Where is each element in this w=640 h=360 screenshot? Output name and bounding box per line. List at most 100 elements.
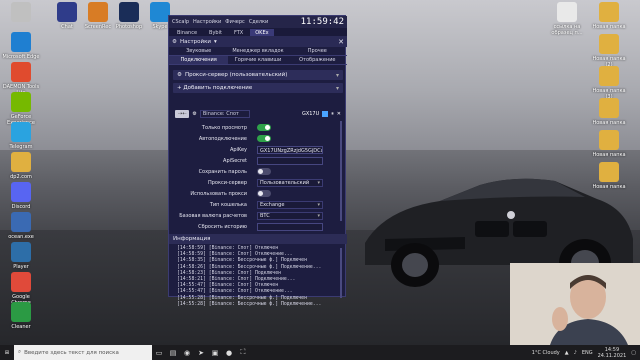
tab-other[interactable]: Прочее bbox=[287, 47, 347, 56]
info-log: [14:58:59] [Binance: Спот] Отключен [14:5… bbox=[177, 246, 341, 308]
app-icon bbox=[88, 2, 108, 22]
form-row: Автоподключение bbox=[169, 134, 339, 144]
desktop-icon[interactable]: ссылка на образец п... bbox=[548, 2, 586, 36]
desktop-icon[interactable]: Google Chrome bbox=[2, 272, 40, 306]
select-value: Exchange bbox=[260, 202, 285, 208]
text-field[interactable] bbox=[257, 223, 323, 231]
weather-text[interactable]: 1°C Cloudy bbox=[532, 350, 560, 356]
toggle-switch[interactable] bbox=[257, 124, 271, 131]
log-scrollbar[interactable] bbox=[340, 248, 342, 298]
desktop-icon[interactable]: Новая папка (2) bbox=[590, 34, 628, 68]
close-icon[interactable]: ✕ bbox=[337, 111, 341, 117]
menu-trades[interactable]: Сделки bbox=[249, 19, 269, 25]
desktop-icon[interactable]: Новая папка bbox=[590, 130, 628, 158]
menu-features[interactable]: Фичерс bbox=[225, 19, 245, 25]
desktop-icon[interactable]: Telegram bbox=[2, 122, 40, 150]
camera-icon[interactable]: ● bbox=[222, 345, 236, 360]
chevron-down-icon: ▾ bbox=[214, 38, 217, 45]
menu-settings[interactable]: Настройки bbox=[193, 19, 221, 25]
app-title: CScalp bbox=[172, 19, 190, 25]
form-label: Сбросить историю bbox=[198, 224, 247, 230]
form-label: Тип кошелька bbox=[209, 202, 247, 208]
toggle-switch[interactable] bbox=[257, 135, 271, 142]
form-label: Базовая валюта расчетов bbox=[179, 213, 247, 219]
tab-display[interactable]: Отображение bbox=[287, 56, 347, 65]
folder-icon bbox=[599, 34, 619, 54]
file-explorer-icon[interactable]: ▤ bbox=[166, 345, 180, 360]
telegram-icon[interactable]: ➤ bbox=[194, 345, 208, 360]
desktop-icon[interactable]: ocean.exe bbox=[2, 212, 40, 240]
app-icon bbox=[11, 212, 31, 232]
toggle-switch[interactable] bbox=[257, 168, 271, 175]
exchange-logo-icon: ⇢⇠ bbox=[175, 110, 190, 118]
app-icon bbox=[11, 302, 31, 322]
desktop-icon[interactable]: Новая папка bbox=[590, 2, 628, 30]
chevron-down-icon: ▾ bbox=[317, 202, 320, 208]
log-line: [14:58:26] [Binance: Бессрочные ф.] Подк… bbox=[177, 264, 322, 270]
app-icon bbox=[11, 272, 31, 292]
tab-tab-manager[interactable]: Менеджер вкладок bbox=[228, 47, 288, 56]
folder-icon bbox=[599, 98, 619, 118]
pause-icon[interactable]: ⏸ bbox=[331, 111, 334, 117]
app-icon bbox=[11, 242, 31, 262]
desktop-icon[interactable]: GeForce Experience bbox=[2, 92, 40, 126]
select-field[interactable]: Пользовательский ▾ bbox=[257, 179, 323, 187]
desktop-icon[interactable]: dp2.com bbox=[2, 152, 40, 180]
settings-scrollbar[interactable] bbox=[340, 121, 342, 221]
windows-start-icon[interactable]: ⊞ bbox=[0, 345, 14, 360]
select-value: Пользовательский bbox=[260, 180, 310, 186]
app-icon[interactable]: ▣ bbox=[208, 345, 222, 360]
desktop-icon-label: ссылка на образец п... bbox=[551, 24, 583, 36]
volume-icon[interactable]: ♪ bbox=[574, 350, 577, 356]
desktop-icon-label: Cleaner bbox=[11, 324, 31, 330]
app-icon bbox=[119, 2, 139, 22]
gear-icon: ⚙ bbox=[177, 72, 182, 78]
desktop-icon-label: Microsoft Edge bbox=[2, 54, 40, 60]
desktop-icon[interactable]: Новая папка bbox=[590, 98, 628, 126]
taskbar-clock[interactable]: 14:59 24.11.2021 bbox=[598, 347, 627, 359]
desktop-icon[interactable]: Microsoft Edge bbox=[2, 32, 40, 60]
settings-tabs-row2: Подключения Горячие клавиши Отображение bbox=[169, 56, 347, 65]
add-connection-label: + Добавить подключение bbox=[177, 85, 253, 91]
language-indicator[interactable]: ENG bbox=[582, 350, 593, 356]
desktop-icon-label: Discord bbox=[11, 204, 31, 210]
chrome-icon[interactable]: ◉ bbox=[180, 345, 194, 360]
app-clock: 11:59:42 bbox=[300, 17, 344, 27]
toggle-switch[interactable] bbox=[257, 190, 271, 197]
desktop-icon-label: dp2.com bbox=[10, 174, 32, 180]
tab-hotkeys[interactable]: Горячие клавиши bbox=[228, 56, 288, 65]
search-placeholder: Введите здесь текст для поиска bbox=[24, 349, 119, 356]
taskbar-search[interactable]: ⌕ Введите здесь текст для поиска bbox=[14, 345, 152, 360]
select-field[interactable]: Exchange ▾ bbox=[257, 201, 323, 209]
desktop-icon[interactable]: DAEMON Tools Lite bbox=[2, 62, 40, 96]
settings-icon: ⚙ bbox=[172, 38, 177, 45]
desktop-icon[interactable]: Новая папка bbox=[590, 162, 628, 190]
clock-date: 24.11.2021 bbox=[597, 352, 627, 359]
desktop-icon[interactable]: Cleaner bbox=[2, 302, 40, 330]
desktop-icon[interactable]: Discord bbox=[2, 182, 40, 210]
notifications-icon[interactable]: ▢ bbox=[631, 350, 636, 356]
info-panel-header: Информация bbox=[169, 234, 347, 244]
text-field[interactable]: GX17UNzgZRzjdG5GjDCu7 bbox=[257, 146, 323, 154]
task-view-icon[interactable]: ▭ bbox=[152, 345, 166, 360]
chevron-down-icon: ▾ bbox=[335, 71, 339, 79]
desktop-icon[interactable] bbox=[2, 2, 40, 24]
gear-icon[interactable]: ⚙ bbox=[192, 111, 196, 117]
desktop-icon[interactable]: Player bbox=[2, 242, 40, 270]
app-menubar: CScalp Настройки Фичерс Сделки 11:59:42 bbox=[169, 16, 347, 28]
select-field[interactable]: BTC ▾ bbox=[257, 212, 323, 220]
tab-connections[interactable]: Подключения bbox=[169, 56, 229, 65]
text-field[interactable] bbox=[257, 157, 323, 165]
network-icon[interactable]: ▲ bbox=[565, 350, 569, 356]
add-connection-button[interactable]: + Добавить подключение ▾ bbox=[173, 83, 343, 93]
proxy-section[interactable]: ⚙ Прокси-сервер (пользовательский) ▾ bbox=[173, 70, 343, 80]
app-icon bbox=[57, 2, 77, 22]
connection-exchange-select[interactable]: Binance: Спот bbox=[199, 110, 250, 118]
tab-sound-notifications[interactable]: Звуковые уведомления bbox=[169, 47, 229, 63]
chevron-down-icon: ▾ bbox=[335, 84, 339, 92]
system-tray: 1°C Cloudy ▲ ♪ ENG 14:59 24.11.2021 ▢ bbox=[532, 347, 640, 359]
close-icon[interactable]: ✕ bbox=[338, 38, 344, 46]
cscalp-taskbar-icon[interactable]: ⛶ bbox=[236, 345, 250, 360]
desktop-icon[interactable]: Новая папка (3) bbox=[590, 66, 628, 100]
connection-status-icon bbox=[322, 111, 329, 117]
